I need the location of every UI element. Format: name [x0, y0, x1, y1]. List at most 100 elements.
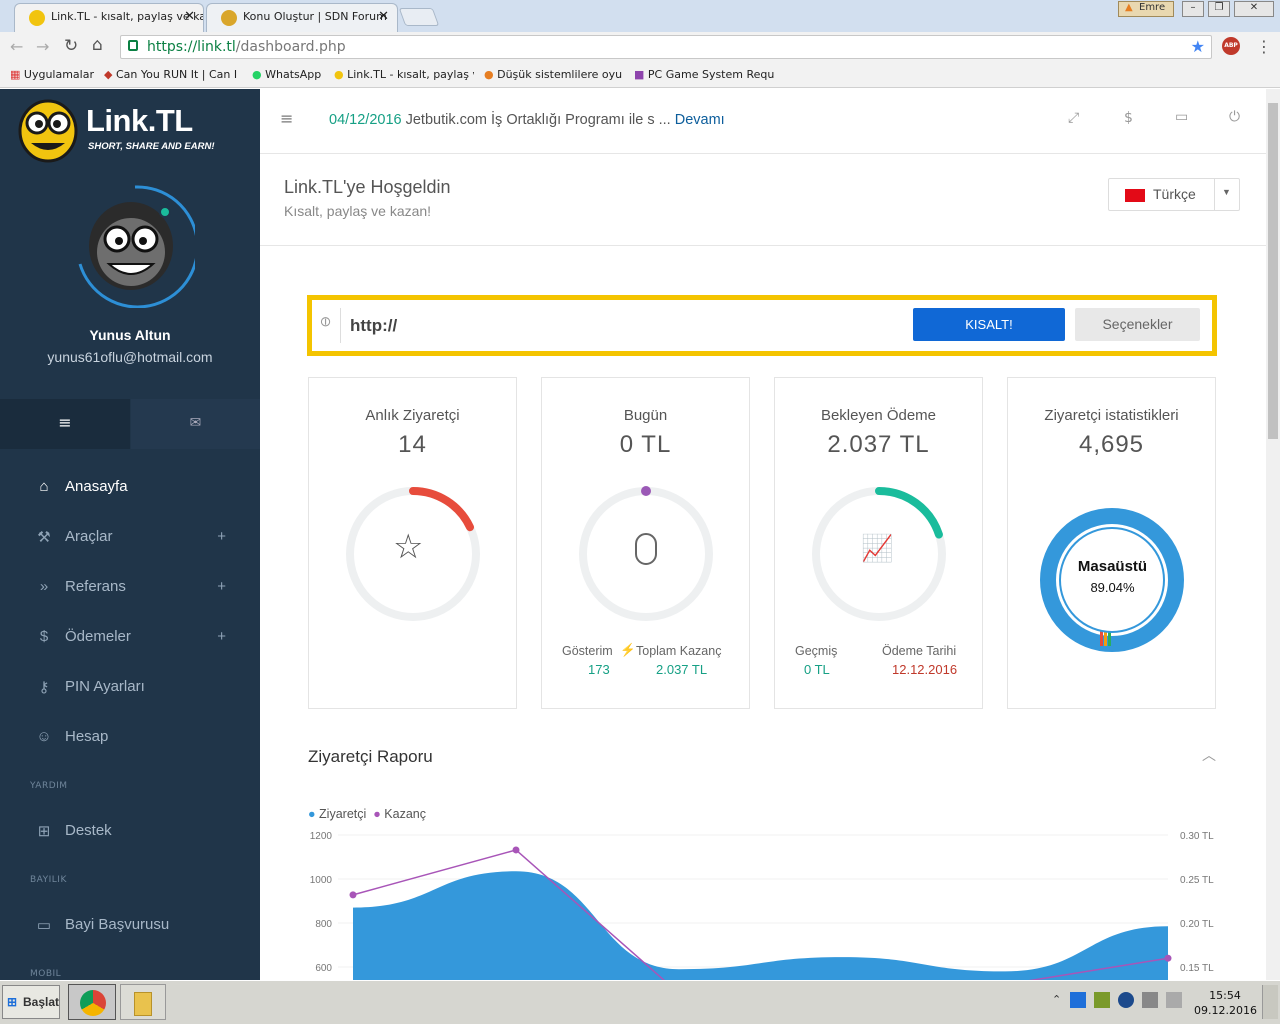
- sidebar-item-odemeler[interactable]: $ Ödemeler +: [0, 628, 260, 678]
- bookmark-whatsapp[interactable]: ● WhatsApp: [252, 68, 321, 81]
- lightning-icon: ⚡: [620, 643, 636, 657]
- adblock-icon[interactable]: ABP: [1222, 37, 1240, 55]
- section-bayilik: BAYILIK: [30, 875, 67, 885]
- sidebar-item-label: Ödemeler: [65, 628, 131, 645]
- tray-app-icon[interactable]: [1070, 992, 1086, 1008]
- tab-title: Link.TL - kısalt, paylaş ve ka: [51, 10, 204, 23]
- tray-app-icon[interactable]: [1094, 992, 1110, 1008]
- series-kazanc-point[interactable]: [349, 891, 357, 899]
- series-kazanc-point[interactable]: [1164, 954, 1172, 962]
- taskbar-chrome[interactable]: [68, 984, 116, 1020]
- folder-icon: [134, 992, 152, 1016]
- volume-icon[interactable]: [1166, 992, 1182, 1008]
- user-email: yunus61oflu@hotmail.com: [47, 349, 213, 365]
- card-visitor-stats: Ziyaretçi istatistikleri 4,695 Masaüstü …: [1007, 377, 1216, 709]
- window-user-badge[interactable]: ▲ Emre: [1118, 1, 1174, 17]
- series-kazanc-point[interactable]: [512, 846, 520, 854]
- minimize-button[interactable]: –: [1182, 1, 1204, 17]
- sidebar-menu-toggle[interactable]: ≡: [0, 399, 130, 449]
- url-input[interactable]: http://: [350, 309, 910, 343]
- report-title: Ziyaretçi Raporu: [308, 747, 433, 766]
- close-tab-icon[interactable]: ✕: [184, 9, 195, 24]
- y-left-tick-label: 1000: [310, 875, 333, 886]
- home-icon: ⌂: [39, 478, 49, 495]
- avatar[interactable]: [75, 184, 200, 309]
- chevron-up-icon[interactable]: ︿: [1202, 745, 1216, 765]
- dollar-icon[interactable]: $: [1124, 110, 1133, 126]
- show-desktop-button[interactable]: [1262, 985, 1278, 1019]
- shorten-button[interactable]: KISALT!: [913, 308, 1065, 341]
- warning-icon: ▲: [1125, 2, 1133, 13]
- sidebar-item-destek[interactable]: ⊞ Destek: [0, 822, 260, 872]
- ring-progress-dot: [641, 486, 651, 496]
- home-icon[interactable]: ⌂: [92, 35, 103, 55]
- news-more-link[interactable]: Devamı: [675, 112, 725, 128]
- url-path: /dashboard.php: [235, 39, 346, 55]
- options-button[interactable]: Seçenekler: [1075, 308, 1200, 341]
- taskbar: ⊞ Başlat ⌃ 15:54 09.12.2016: [0, 980, 1280, 1024]
- bookmark-linktl[interactable]: ● Link.TL - kısalt, paylaş v: [334, 68, 474, 81]
- tray-expand-icon[interactable]: ⌃: [1052, 993, 1061, 1006]
- taskbar-explorer[interactable]: [120, 984, 166, 1020]
- divider: [260, 153, 1266, 154]
- sidebar-item-hesap[interactable]: ☺ Hesap: [0, 728, 260, 778]
- start-button[interactable]: ⊞ Başlat: [2, 985, 60, 1019]
- bookmark-label: WhatsApp: [265, 68, 322, 81]
- bookmark-apps[interactable]: ▦ Uygulamalar: [10, 68, 94, 81]
- tab-linktl[interactable]: Link.TL - kısalt, paylaş ve ka ✕: [14, 3, 204, 32]
- network-icon[interactable]: [1142, 992, 1158, 1008]
- forward-icon[interactable]: →: [36, 37, 49, 56]
- sidebar-item-label: Referans: [65, 578, 126, 595]
- link-icon: ⊘: [316, 312, 336, 332]
- power-icon[interactable]: ⏻: [1229, 109, 1240, 125]
- sidebar-item-pin[interactable]: ⚷ PIN Ayarları: [0, 678, 260, 728]
- page-scrollbar[interactable]: [1266, 89, 1280, 980]
- menu-icon[interactable]: ⋮: [1256, 37, 1272, 56]
- chat-icon[interactable]: ▭: [1175, 109, 1188, 125]
- news-date: 04/12/2016: [329, 112, 402, 128]
- fullscreen-icon[interactable]: ⤢: [1068, 110, 1079, 126]
- tray-app-icon[interactable]: [1118, 992, 1134, 1008]
- url-host: https://link.tl: [147, 39, 236, 55]
- sidebar-messages-button[interactable]: ✉: [131, 399, 260, 449]
- bookmark-dusuk[interactable]: ● Düşük sistemlilere oyun: [484, 68, 622, 81]
- expand-icon[interactable]: +: [217, 628, 226, 645]
- visitor-report-chart: 1200 0.30 TL 1000 0.25 TL 800 0.20 TL 600 0.15 …: [310, 831, 1214, 980]
- sidebar-item-referans[interactable]: » Referans +: [0, 578, 260, 628]
- tab-title: Konu Oluştur | SDN Forum: [243, 10, 387, 23]
- expand-icon[interactable]: +: [217, 528, 226, 545]
- page-subtitle: Kısalt, paylaş ve kazan!: [284, 203, 432, 219]
- mouse-icon: [635, 533, 657, 565]
- bookmark-canyourunit[interactable]: ◆ Can You RUN It | Can I: [104, 68, 238, 81]
- apps-grid-icon: ▦: [10, 68, 21, 81]
- bookmarks-bar: ▦ Uygulamalar ◆ Can You RUN It | Can I ●…: [0, 62, 1280, 88]
- chrome-icon: [80, 990, 106, 1016]
- hamburger-icon[interactable]: ≡: [280, 109, 293, 128]
- bookmark-star-icon[interactable]: ★: [1191, 37, 1205, 56]
- news-text: Jetbutik.com İş Ortaklığı Programı ile s…: [405, 112, 671, 128]
- new-tab-button[interactable]: [398, 8, 440, 26]
- sidebar-item-anasayfa[interactable]: ⌂ Anasayfa: [0, 478, 260, 528]
- trend-chart-icon: 📈: [861, 534, 894, 564]
- back-icon[interactable]: ←: [10, 37, 23, 56]
- tools-icon: ⚒: [37, 529, 51, 546]
- tab-sdn[interactable]: Konu Oluştur | SDN Forum ✕: [206, 3, 398, 32]
- expand-icon[interactable]: +: [217, 578, 226, 595]
- close-window-button[interactable]: ✕: [1234, 1, 1274, 17]
- legend-label: Ziyaretçi: [319, 807, 367, 821]
- restore-button[interactable]: ❐: [1208, 1, 1230, 17]
- bookmark-pcgame[interactable]: ■ PC Game System Requir: [634, 68, 774, 81]
- clock[interactable]: 15:54 09.12.2016: [1194, 988, 1257, 1018]
- close-tab-icon[interactable]: ✕: [378, 9, 389, 24]
- reload-icon[interactable]: ↻: [64, 36, 78, 56]
- impressions-label: Gösterim: [562, 644, 613, 658]
- url-bar[interactable]: https://link.tl/dashboard.php ★: [120, 35, 1212, 59]
- scrollbar-thumb[interactable]: [1268, 103, 1278, 439]
- sidebar-item-bayi[interactable]: ▭ Bayi Başvurusu: [0, 916, 260, 966]
- history-value: 0 TL: [804, 662, 830, 677]
- language-select[interactable]: Türkçe ▼: [1108, 178, 1240, 211]
- turkey-flag-icon: [1125, 189, 1145, 202]
- payment-date-label: Ödeme Tarihi: [882, 644, 957, 658]
- dollar-icon: $: [39, 628, 49, 645]
- sidebar-item-araclar[interactable]: ⚒ Araçlar +: [0, 528, 260, 578]
